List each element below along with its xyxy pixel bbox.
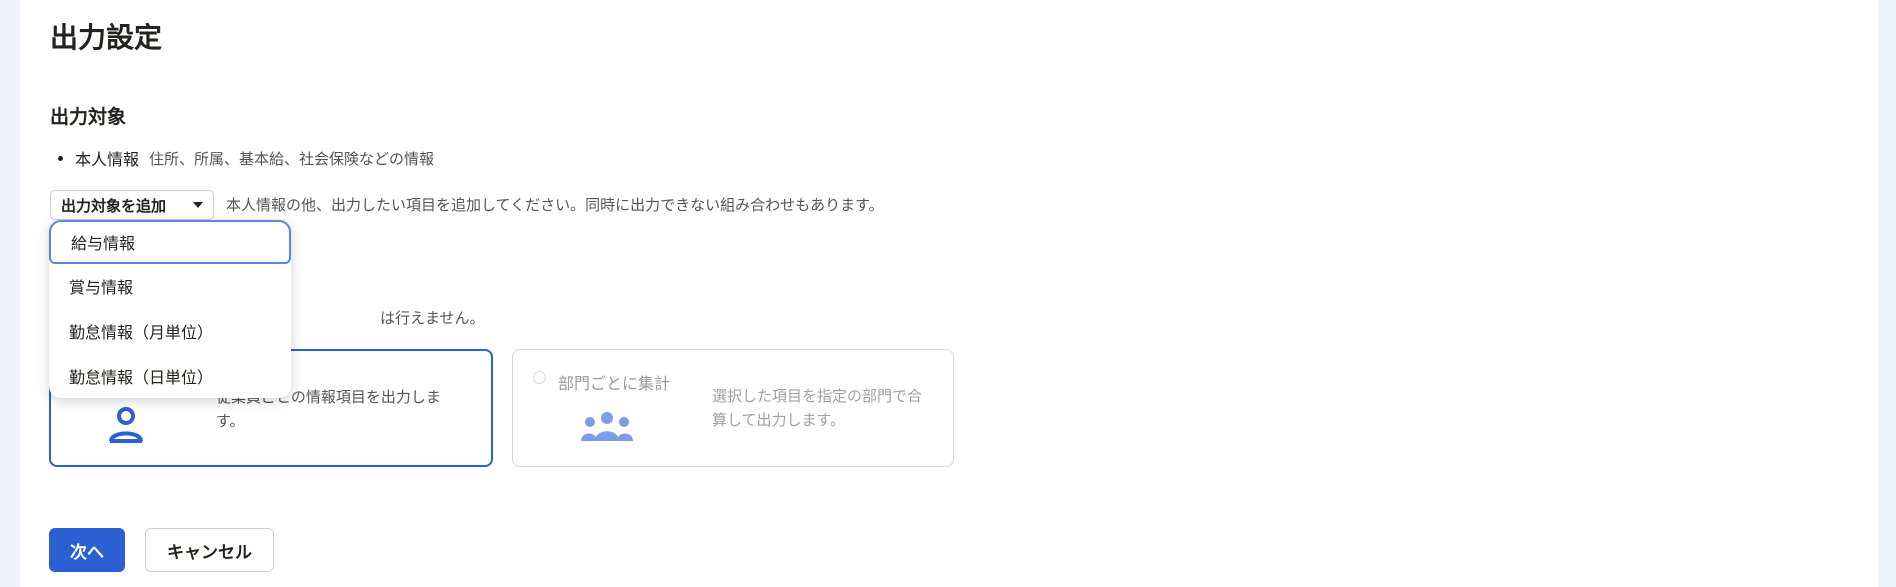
- add-output-target-hint: 本人情報の他、出力したい項目を追加してください。同時に出力できない組み合わせもあ…: [226, 196, 884, 214]
- menu-item-bonus[interactable]: 賞与情報: [49, 264, 291, 308]
- output-target-item: 本人情報 住所、所属、基本給、社会保険などの情報: [58, 146, 434, 170]
- aggregation-note: は行えません。: [380, 309, 485, 327]
- output-target-item-description: 住所、所属、基本給、社会保険などの情報: [149, 149, 435, 168]
- department-aggregate-radio[interactable]: [533, 371, 546, 384]
- menu-item-attendance-monthly[interactable]: 勤怠情報（月単位）: [49, 309, 291, 353]
- caret-down-icon: [193, 202, 203, 208]
- output-target-heading: 出力対象: [50, 106, 127, 128]
- group-icon: [581, 412, 633, 441]
- bullet-icon: [58, 155, 63, 161]
- cancel-button[interactable]: キャンセル: [145, 528, 274, 572]
- main-panel: [20, 0, 1879, 587]
- page-title: 出力設定: [50, 21, 163, 54]
- add-output-target-dropdown[interactable]: 出力対象を追加: [50, 190, 214, 220]
- department-card-description: 選択した項目を指定の部門で合算して出力します。: [712, 387, 923, 429]
- add-output-target-label: 出力対象を追加: [61, 196, 167, 215]
- person-icon: [109, 407, 143, 443]
- output-target-menu: 給与情報 賞与情報 勤怠情報（月単位） 勤怠情報（日単位）: [49, 220, 291, 398]
- menu-item-attendance-daily[interactable]: 勤怠情報（日単位）: [49, 354, 291, 398]
- department-card-title: 部門ごとに集計: [558, 374, 671, 393]
- next-button[interactable]: 次へ: [49, 528, 125, 572]
- menu-item-salary[interactable]: 給与情報: [49, 220, 291, 264]
- output-target-item-label: 本人情報: [75, 150, 140, 169]
